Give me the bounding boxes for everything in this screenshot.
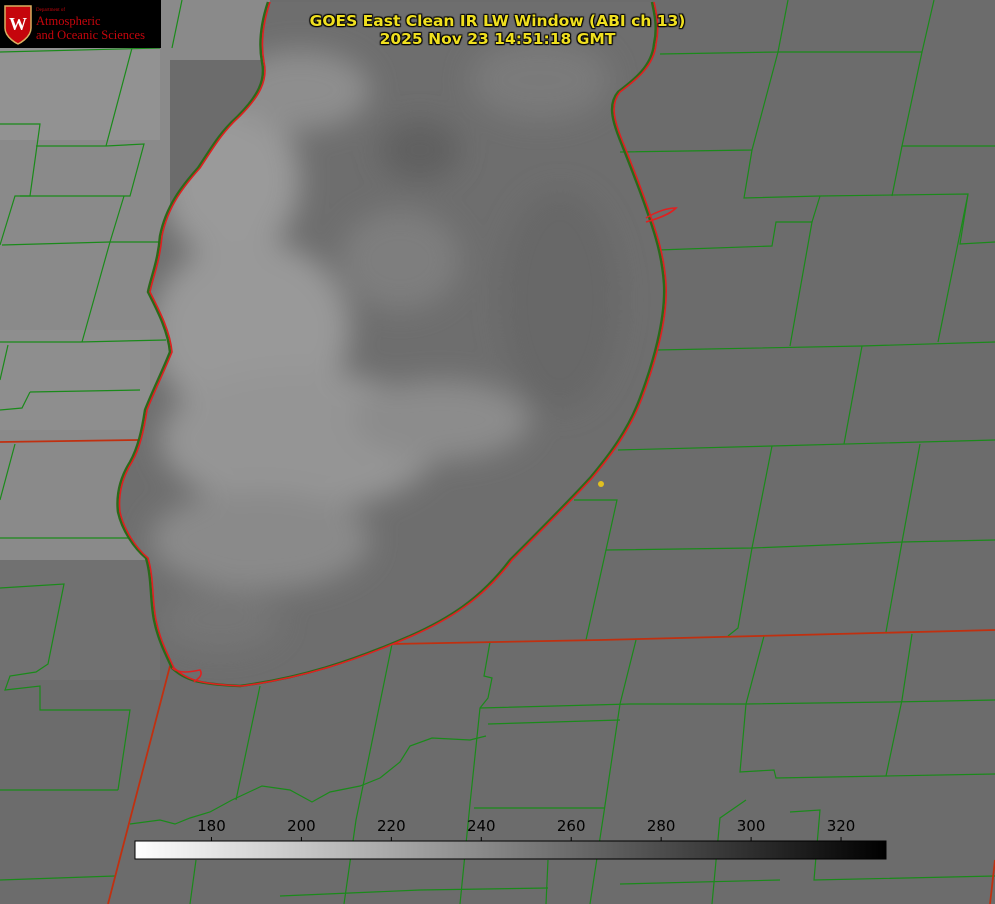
land-cloud-n <box>160 0 270 60</box>
land-cloud-nw <box>0 40 160 140</box>
logo-line2: and Oceanic Sciences <box>36 27 145 42</box>
logo-department: Department of <box>36 7 66 13</box>
uw-aos-logo: W Department of Atmospheric and Oceanic … <box>0 0 161 48</box>
title-product: GOES East Clean IR LW Window (ABI ch 13) <box>309 12 686 30</box>
land-cloud-w <box>0 330 150 430</box>
satellite-viewer: W Department of Atmospheric and Oceanic … <box>0 0 995 904</box>
ir-satellite-map <box>0 0 995 904</box>
logo-line1: Atmospheric <box>36 13 101 28</box>
uw-seal-icon: W <box>4 5 32 45</box>
location-marker <box>598 481 604 487</box>
land-sw <box>0 560 160 680</box>
title-timestamp: 2025 Nov 23 14:51:18 GMT <box>379 30 616 48</box>
image-title: GOES East Clean IR LW Window (ABI ch 13)… <box>260 12 735 48</box>
seal-letter: W <box>9 14 27 34</box>
